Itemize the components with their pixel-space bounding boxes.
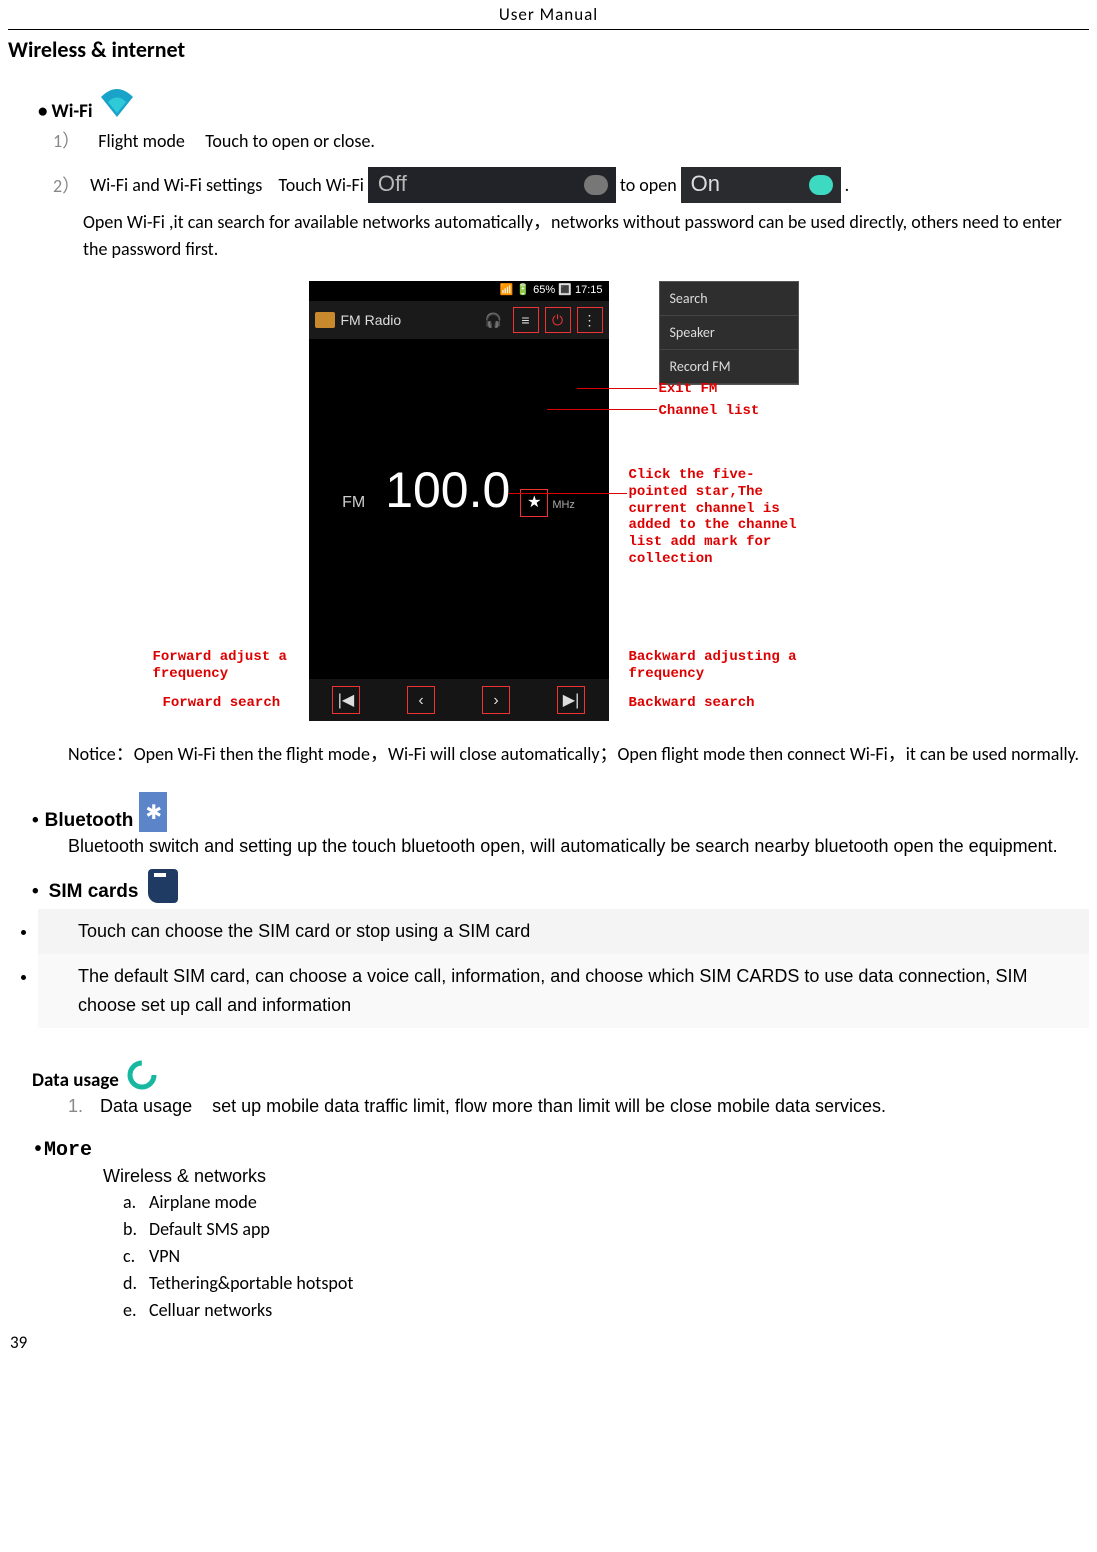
data-usage-heading: Data usage bbox=[32, 1058, 1089, 1092]
bluetooth-bullet: • bbox=[32, 810, 39, 832]
more-heading: •More bbox=[32, 1139, 1089, 1162]
toggle-off-label: Off bbox=[378, 171, 407, 197]
toggle-on-label: On bbox=[691, 171, 720, 197]
more-item-c: c.VPN bbox=[123, 1243, 1089, 1270]
annotation-channel-list: Channel list bbox=[659, 403, 760, 420]
wifi-notice: Notice：Open Wi-Fi then the flight mode，W… bbox=[68, 741, 1081, 768]
menu-popup: Search Speaker Record FM bbox=[659, 281, 799, 385]
more-item-key: b. bbox=[123, 1216, 149, 1243]
more-item-val: VPN bbox=[149, 1245, 180, 1267]
more-item-e: e.Celluar networks bbox=[123, 1297, 1089, 1324]
frequency-value: 100.0 bbox=[385, 461, 510, 519]
more-item-val: Airplane mode bbox=[149, 1191, 257, 1213]
sim-list: Touch can choose the SIM card or stop us… bbox=[38, 909, 1089, 1027]
back-button[interactable]: ‹ bbox=[407, 686, 435, 714]
menu-icon[interactable]: ⋮ bbox=[577, 307, 603, 333]
annotation-fwd-adjust: Forward adjust a frequency bbox=[153, 649, 313, 683]
more-bullet: • bbox=[32, 1139, 44, 1162]
item2-touch: Touch Wi-Fi bbox=[279, 174, 364, 196]
wifi-label: Wi-Fi bbox=[51, 100, 92, 123]
annotation-line bbox=[577, 388, 657, 389]
power-icon[interactable]: ⏻ bbox=[545, 307, 571, 333]
menu-record[interactable]: Record FM bbox=[660, 350, 798, 384]
more-item-key: c. bbox=[123, 1243, 149, 1270]
channel-list-icon[interactable]: ≡ bbox=[513, 307, 539, 333]
item2-period: . bbox=[845, 174, 850, 196]
data-usage-item: 1. Data usage set up mobile data traffic… bbox=[68, 1096, 1089, 1117]
annotation-bwd-adjust: Backward adjusting a frequency bbox=[629, 649, 829, 683]
item1-desc: Touch to open or close. bbox=[205, 130, 375, 152]
more-item-key: a. bbox=[123, 1189, 149, 1216]
page-header: User Manual bbox=[8, 0, 1089, 30]
annotation-fwd-search: Forward search bbox=[163, 695, 281, 712]
more-item-val: Default SMS app bbox=[149, 1218, 270, 1240]
annotation-star: Click the five-pointed star,The current … bbox=[629, 467, 809, 568]
more-item-b: b.Default SMS app bbox=[123, 1216, 1089, 1243]
wifi-item-1: 1） Flight mode Touch to open or close. bbox=[53, 127, 1089, 153]
main-heading: Wireless & internet bbox=[8, 36, 1089, 63]
next-button[interactable]: ▶| bbox=[557, 686, 585, 714]
wifi-paragraph: Open Wi-Fi ,it can search for available … bbox=[83, 209, 1089, 263]
prev-button[interactable]: |◀ bbox=[332, 686, 360, 714]
menu-search[interactable]: Search bbox=[660, 282, 798, 316]
headphone-icon[interactable]: 🎧 bbox=[481, 307, 507, 333]
bluetooth-icon bbox=[139, 792, 167, 832]
sim-list-item: Touch can choose the SIM card or stop us… bbox=[38, 909, 1089, 954]
bluetooth-heading: • Bluetooth bbox=[32, 792, 1089, 832]
more-item-d: d.Tethering&portable hotspot bbox=[123, 1270, 1089, 1297]
data-usage-icon bbox=[125, 1058, 159, 1092]
page-number: 39 bbox=[10, 1332, 1089, 1353]
sim-heading: • SIM cards bbox=[32, 869, 1089, 903]
more-item-val: Tethering&portable hotspot bbox=[149, 1272, 353, 1294]
sim-bullet: • bbox=[32, 881, 39, 903]
fm-diagram: 📶 🔋 65% 🔳 17:15 FM Radio 🎧 ≡ ⏻ ⋮ FM 100.… bbox=[8, 281, 1089, 731]
menu-speaker[interactable]: Speaker bbox=[660, 316, 798, 350]
wifi-item-2: 2） Wi-Fi and Wi-Fi settings Touch Wi-Fi … bbox=[53, 167, 1089, 203]
data-usage-num: 1. bbox=[68, 1096, 83, 1116]
item1-number: 1） bbox=[53, 130, 80, 152]
more-item-val: Celluar networks bbox=[149, 1299, 272, 1321]
toggle-off[interactable]: Off bbox=[368, 167, 616, 203]
more-sub: Wireless & networks bbox=[103, 1166, 1089, 1187]
sim-card-icon bbox=[148, 869, 178, 903]
item1-label: Flight mode bbox=[98, 130, 185, 152]
annotation-bwd-search: Backward search bbox=[629, 695, 755, 712]
fm-radio-icon bbox=[315, 312, 335, 328]
sim-list-item: The default SIM card, can choose a voice… bbox=[38, 954, 1089, 1028]
toggle-knob-on bbox=[809, 175, 833, 195]
wifi-heading: •Wi-Fi bbox=[38, 83, 1089, 123]
forward-button[interactable]: › bbox=[482, 686, 510, 714]
wifi-bullet: • bbox=[38, 100, 47, 123]
statusbar: 📶 🔋 65% 🔳 17:15 bbox=[309, 281, 609, 301]
phone-mockup: 📶 🔋 65% 🔳 17:15 FM Radio 🎧 ≡ ⏻ ⋮ FM 100.… bbox=[309, 281, 609, 721]
item2-label: Wi-Fi and Wi-Fi settings bbox=[90, 174, 262, 196]
frequency-display: FM 100.0 ★ MHz bbox=[309, 461, 609, 519]
sim-label: SIM cards bbox=[49, 881, 139, 903]
annotation-line bbox=[509, 493, 627, 494]
more-item-a: a.Airplane mode bbox=[123, 1189, 1089, 1216]
playbar: |◀ ‹ › ▶| bbox=[309, 679, 609, 721]
more-list: a.Airplane mode b.Default SMS app c.VPN … bbox=[123, 1189, 1089, 1324]
bluetooth-text: Bluetooth switch and setting up the touc… bbox=[68, 834, 1089, 859]
annotation-exit: Exit FM bbox=[659, 381, 718, 398]
data-usage-name: Data usage bbox=[100, 1096, 192, 1116]
item2-toopen: to open bbox=[620, 174, 677, 196]
wifi-icon bbox=[97, 83, 137, 123]
fm-title: FM Radio bbox=[341, 312, 475, 328]
fm-titlebar: FM Radio 🎧 ≡ ⏻ ⋮ bbox=[309, 301, 609, 339]
item2-number: 2） bbox=[53, 172, 80, 198]
toggle-on[interactable]: On bbox=[681, 167, 841, 203]
more-item-key: d. bbox=[123, 1270, 149, 1297]
fm-small-label: FM bbox=[342, 494, 365, 512]
data-usage-label: Data usage bbox=[32, 1069, 119, 1092]
toggle-knob bbox=[584, 175, 608, 195]
more-item-key: e. bbox=[123, 1297, 149, 1324]
data-usage-desc: set up mobile data traffic limit, flow m… bbox=[212, 1096, 886, 1116]
annotation-line bbox=[547, 409, 657, 410]
bluetooth-label: Bluetooth bbox=[45, 810, 134, 832]
mhz-label: MHz bbox=[552, 499, 575, 511]
more-label: More bbox=[44, 1139, 92, 1162]
